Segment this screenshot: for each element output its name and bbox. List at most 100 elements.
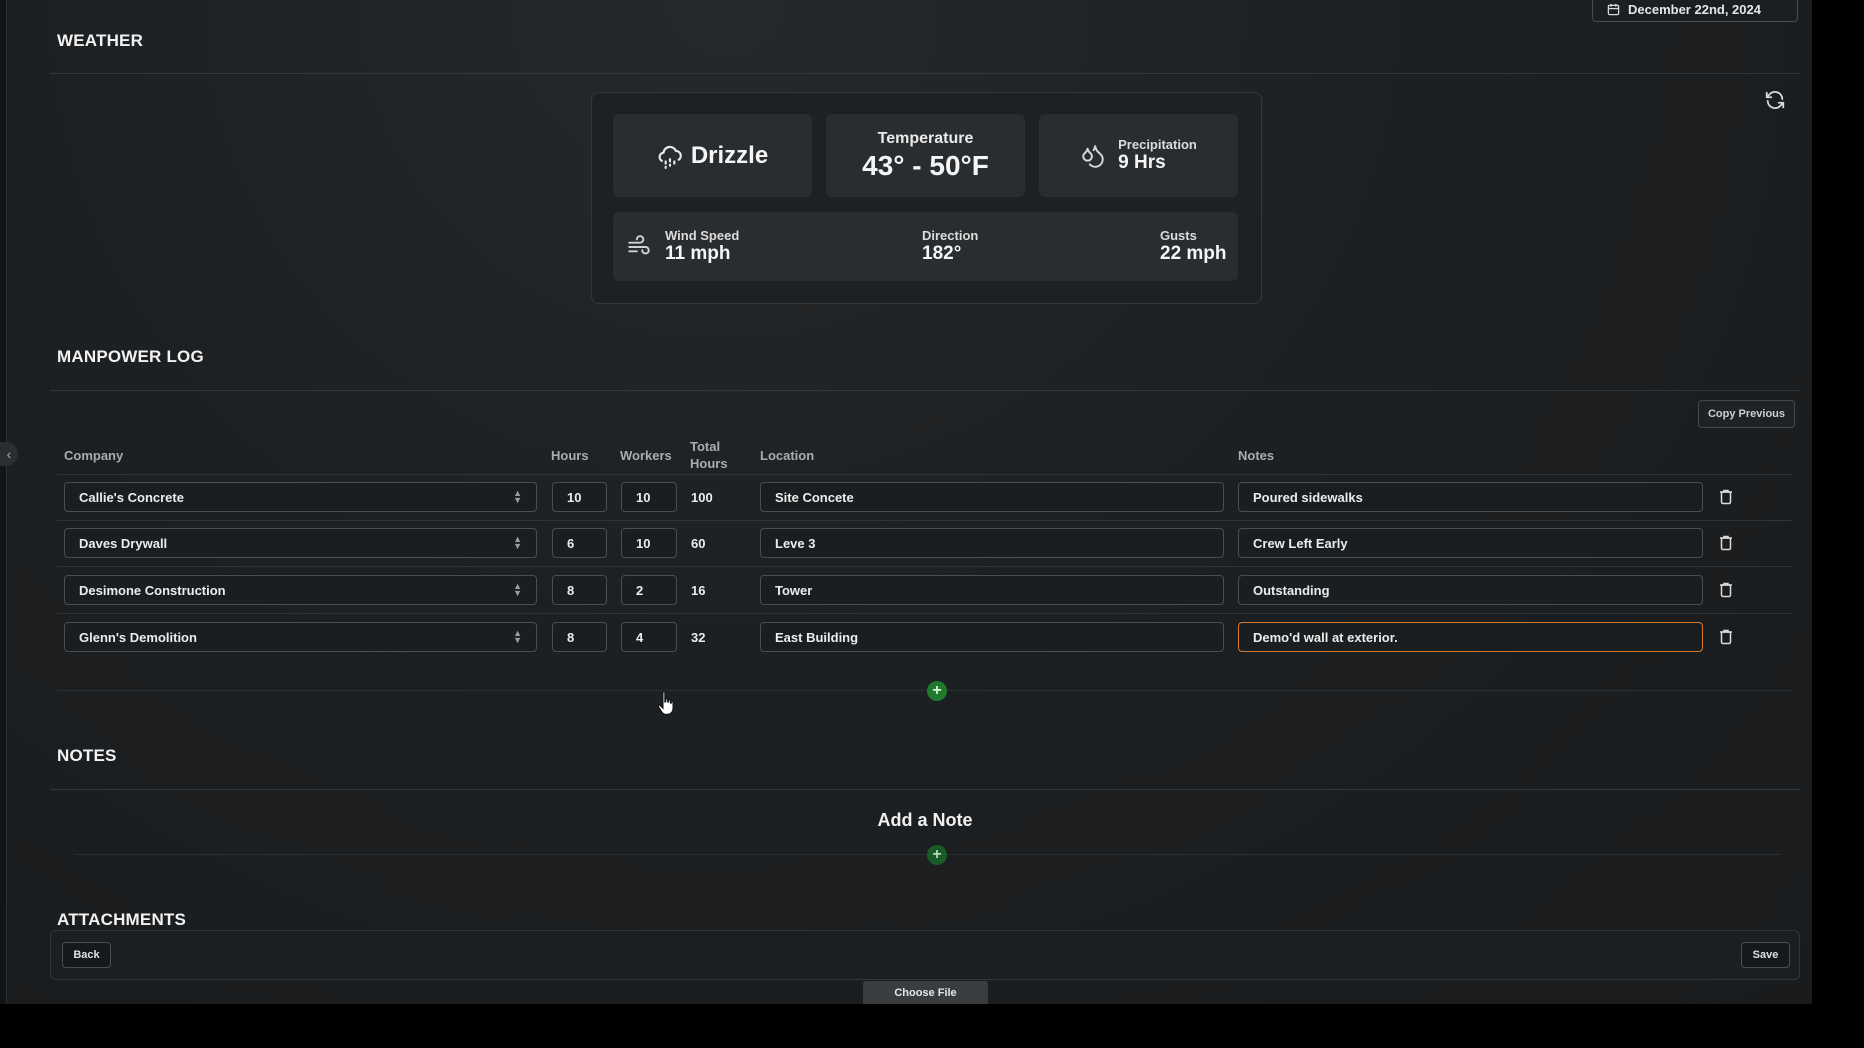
workers-input[interactable]: 4: [621, 622, 677, 652]
wind-speed-block: Wind Speed 11 mph: [665, 228, 739, 265]
precipitation-label: Precipitation: [1118, 137, 1197, 152]
location-input[interactable]: Site Concete: [760, 482, 1224, 512]
weather-card: Drizzle Temperature 43° - 50°F Precipita…: [591, 92, 1262, 304]
column-header-hours: Hours: [551, 448, 589, 463]
delete-row-button[interactable]: [1716, 627, 1736, 647]
plus-icon: +: [932, 846, 942, 863]
hand-cursor-icon: [657, 691, 674, 715]
trash-icon: [1720, 489, 1732, 505]
wind-icon: [628, 235, 650, 255]
column-header-workers: Workers: [620, 448, 672, 463]
cloud-drizzle-icon: [658, 145, 682, 169]
add-note-title: Add a Note: [877, 810, 973, 830]
weather-divider: [50, 73, 1800, 74]
manpower-divider: [50, 390, 1800, 391]
wind-speed-label: Wind Speed: [665, 228, 740, 243]
add-note-button[interactable]: +: [927, 845, 947, 865]
company-select[interactable]: Desimone Construction ▲ ▼: [64, 575, 537, 605]
table-row: Glenn's Demolition ▲ ▼ 8 4 32 East Buildi…: [57, 614, 1793, 660]
precipitation-value: 9 Hrs: [1118, 152, 1166, 173]
copy-previous-button[interactable]: Copy Previous: [1698, 400, 1795, 428]
trash-icon: [1720, 535, 1732, 551]
direction-value: 182°: [922, 243, 962, 264]
precipitation-text: Precipitation 9 Hrs: [1118, 137, 1197, 174]
location-input[interactable]: Tower: [760, 575, 1224, 605]
choose-file-button[interactable]: Choose File: [863, 981, 988, 1004]
hours-input[interactable]: 10: [552, 482, 607, 512]
total-hours-value: 32: [691, 629, 706, 645]
temperature-tile: Temperature 43° - 50°F: [826, 114, 1025, 197]
temperature-value: 43° - 50°F: [862, 149, 989, 181]
weather-section-title: WEATHER: [57, 31, 144, 50]
select-caret-icon: ▲ ▼: [513, 534, 522, 551]
gusts-label: Gusts: [1160, 228, 1197, 243]
notes-input[interactable]: Demo'd wall at exterior.: [1238, 622, 1703, 652]
company-select[interactable]: Glenn's Demolition ▲ ▼: [64, 622, 537, 652]
company-value: Desimone Construction: [79, 582, 226, 598]
notes-input[interactable]: Poured sidewalks: [1238, 482, 1703, 512]
total-hours-value: 100: [691, 489, 713, 505]
company-value: Callie's Concrete: [79, 489, 184, 505]
hours-input[interactable]: 8: [552, 575, 607, 605]
column-header-company: Company: [64, 448, 124, 463]
column-header-location: Location: [760, 448, 815, 463]
workers-input[interactable]: 2: [621, 575, 677, 605]
precipitation-tile: Precipitation 9 Hrs: [1039, 114, 1238, 197]
select-caret-icon: ▲ ▼: [513, 581, 522, 598]
total-hours-value: 16: [691, 582, 706, 598]
temperature-label: Temperature: [877, 129, 974, 147]
total-hours-value: 60: [691, 535, 706, 551]
column-header-total-hours: Total Hours: [690, 439, 728, 471]
date-picker[interactable]: December 22nd, 2024: [1592, 0, 1798, 22]
sidebar-collapse-toggle[interactable]: ‹: [0, 442, 18, 466]
notes-input[interactable]: Outstanding: [1238, 575, 1703, 605]
direction-label: Direction: [922, 228, 979, 243]
gusts-value: 22 mph: [1160, 243, 1227, 264]
notes-divider: [50, 789, 1800, 790]
table-bottom-divider: [57, 690, 1793, 691]
attachments-bar: Back Save: [50, 930, 1800, 980]
add-row-button[interactable]: +: [927, 681, 947, 701]
notes-input[interactable]: Crew Left Early: [1238, 528, 1703, 558]
location-input[interactable]: East Building: [760, 622, 1224, 652]
table-row: Desimone Construction ▲ ▼ 8 2 16 Tower Ou…: [57, 567, 1793, 613]
wind-speed-value: 11 mph: [665, 243, 731, 264]
delete-row-button[interactable]: [1716, 487, 1736, 507]
company-select[interactable]: Daves Drywall ▲ ▼: [64, 528, 537, 558]
condition-label: Drizzle: [690, 141, 769, 169]
chevron-left-icon: ‹: [6, 446, 12, 462]
plus-icon: +: [932, 682, 942, 699]
gusts-block: Gusts 22 mph: [1160, 228, 1227, 265]
condition-tile: Drizzle: [613, 114, 812, 197]
workers-input[interactable]: 10: [621, 528, 677, 558]
notes-section-title: NOTES: [57, 746, 117, 765]
column-header-notes: Notes: [1238, 448, 1275, 463]
table-row: Daves Drywall ▲ ▼ 6 10 60 Leve 3 Crew Lef…: [57, 520, 1793, 566]
save-button[interactable]: Save: [1741, 942, 1790, 968]
company-select[interactable]: Callie's Concrete ▲ ▼: [64, 482, 537, 512]
hours-input[interactable]: 6: [552, 528, 607, 558]
workers-input[interactable]: 10: [621, 482, 677, 512]
back-button[interactable]: Back: [62, 942, 111, 968]
location-input[interactable]: Leve 3: [760, 528, 1224, 558]
refresh-icon: [1765, 91, 1785, 109]
select-caret-icon: ▲ ▼: [513, 628, 522, 645]
table-row: Callie's Concrete ▲ ▼ 10 10 100 Site Conc…: [57, 474, 1793, 520]
hours-input[interactable]: 8: [552, 622, 607, 652]
left-rail: [0, 0, 7, 1004]
manpower-section-title: MANPOWER LOG: [57, 347, 204, 366]
calendar-icon: [1607, 3, 1620, 15]
select-caret-icon: ▲ ▼: [513, 488, 522, 505]
date-label: December 22nd, 2024: [1628, 1, 1761, 17]
trash-icon: [1720, 629, 1732, 645]
refresh-weather-button[interactable]: [1762, 87, 1788, 113]
company-value: Daves Drywall: [79, 535, 168, 551]
direction-block: Direction 182°: [922, 228, 978, 265]
delete-row-button[interactable]: [1716, 533, 1736, 553]
trash-icon: [1720, 582, 1732, 598]
company-value: Glenn's Demolition: [79, 629, 197, 645]
attachments-section-title: ATTACHMENTS: [57, 910, 187, 929]
wind-tile: Wind Speed 11 mph Direction 182° Gusts 2…: [613, 212, 1238, 281]
droplets-icon: [1082, 144, 1104, 168]
delete-row-button[interactable]: [1716, 580, 1736, 600]
